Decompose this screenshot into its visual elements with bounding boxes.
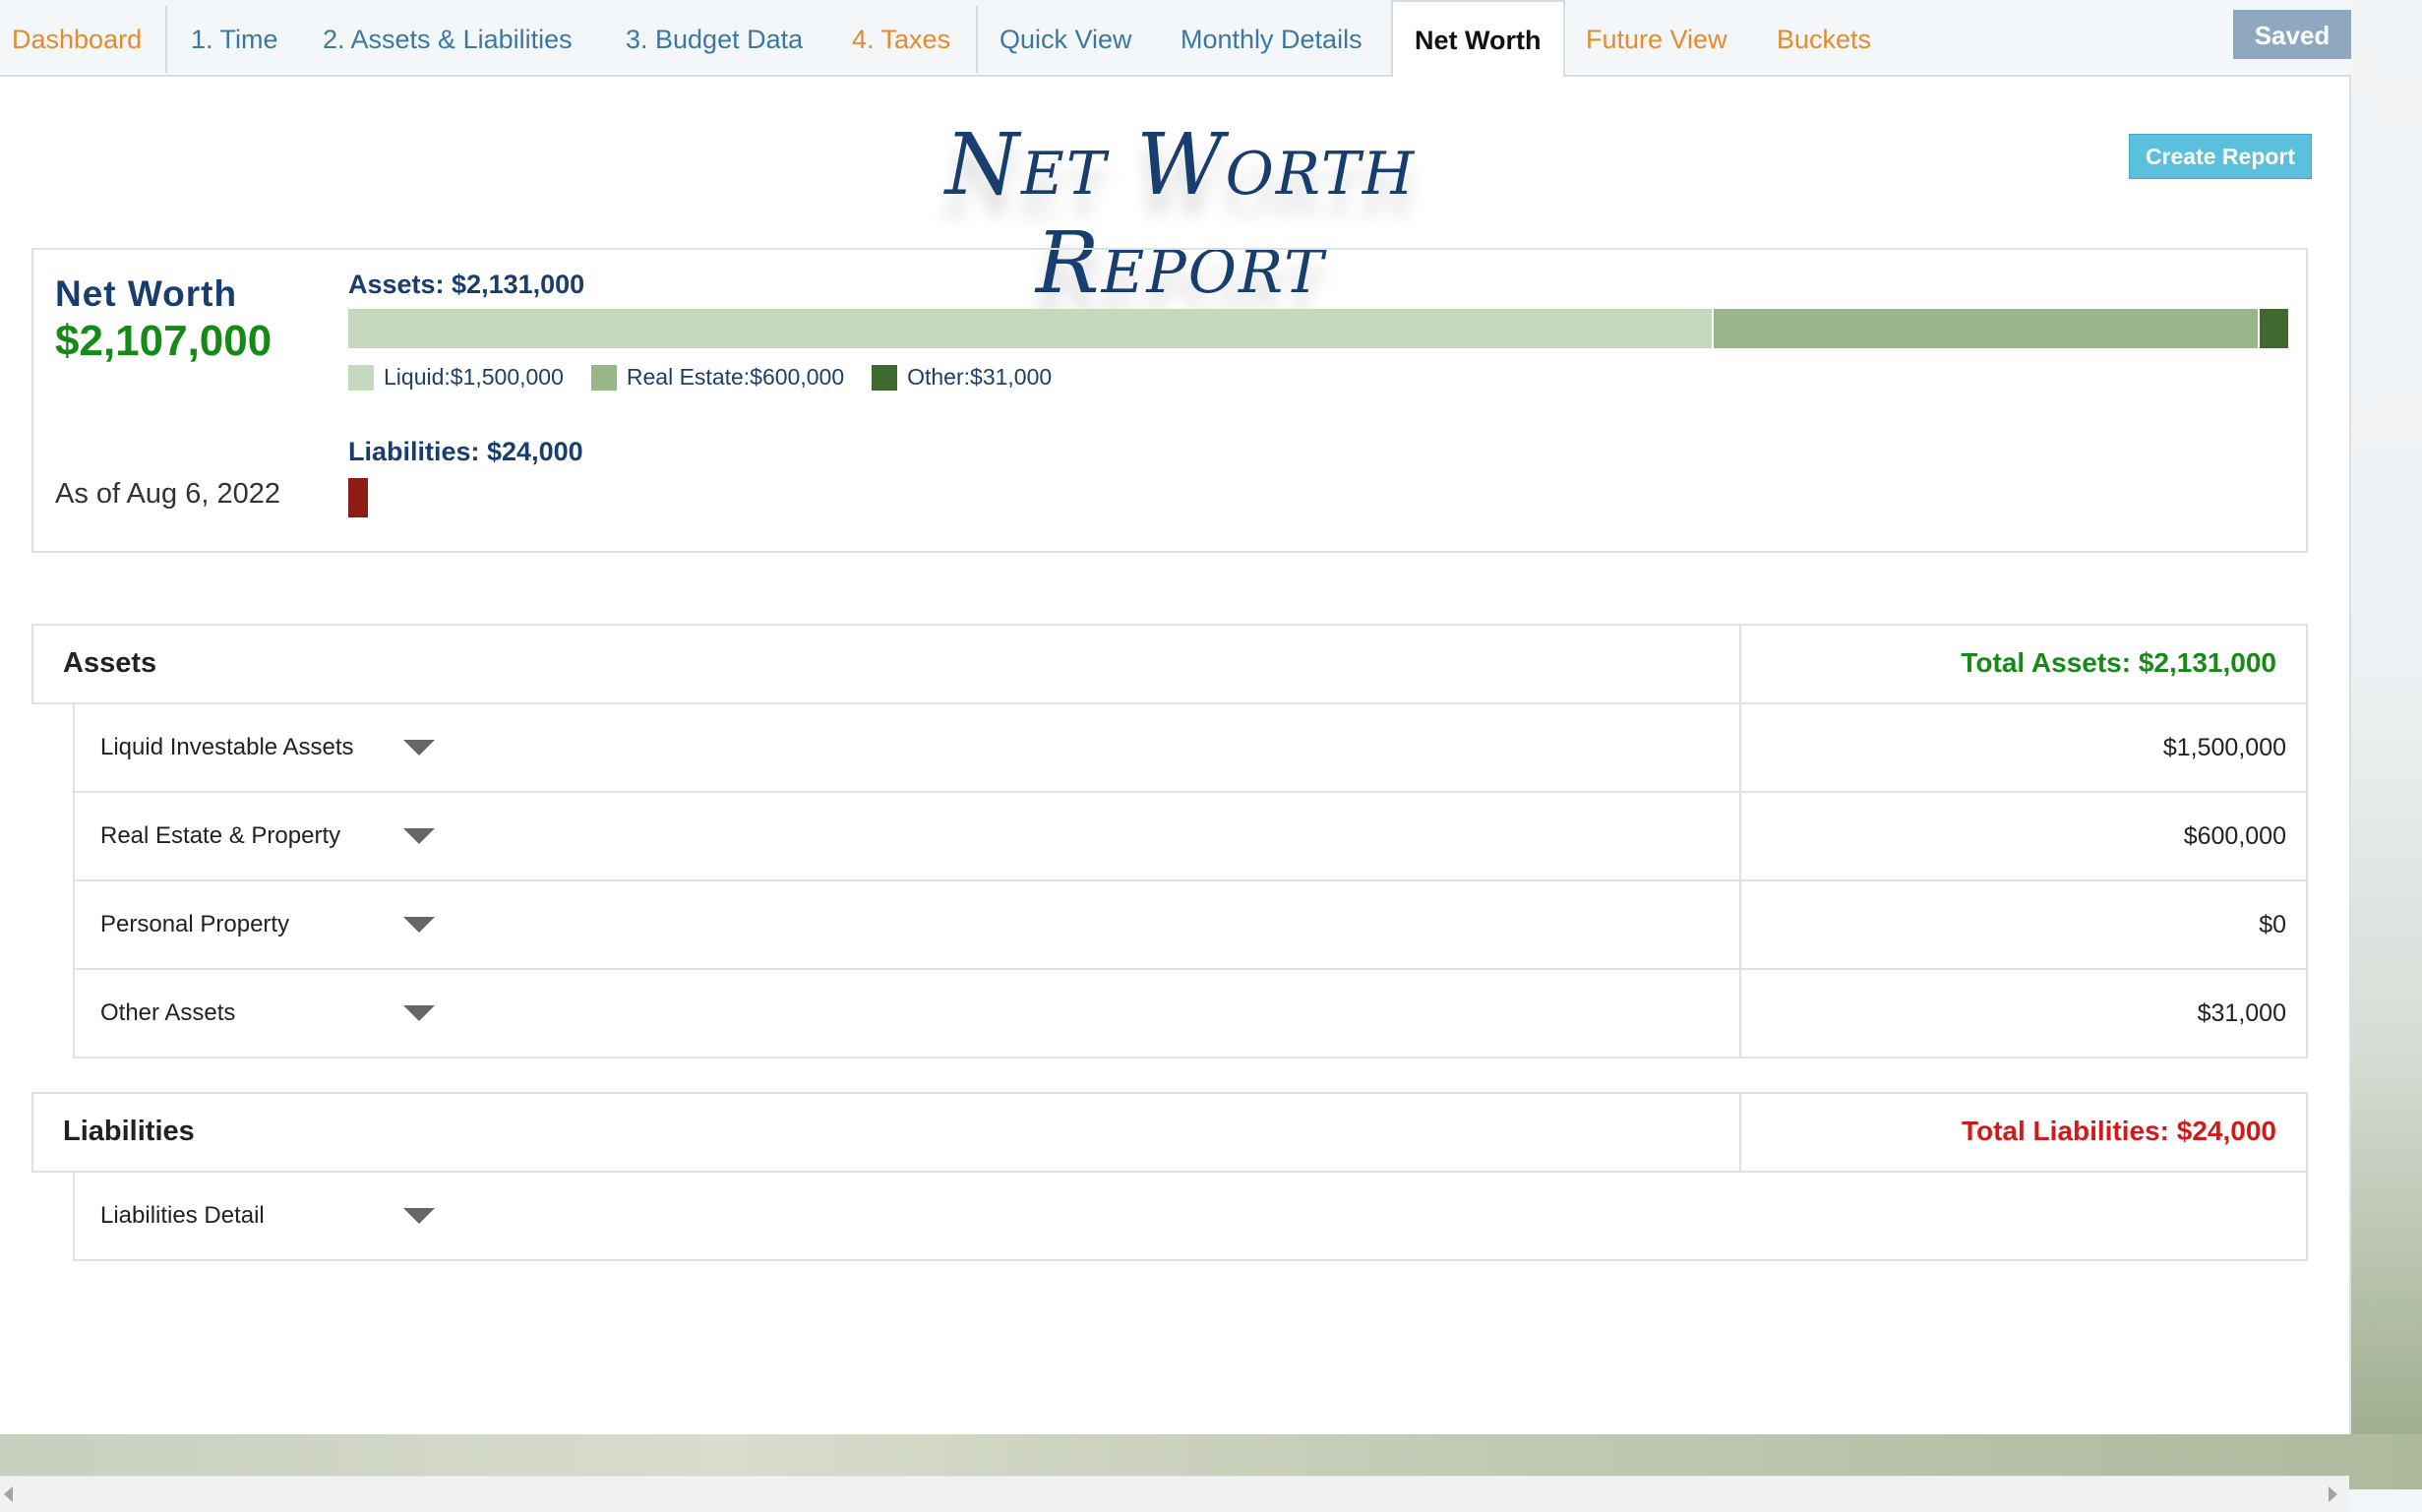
create-report-button[interactable]: Create Report [2129,134,2312,179]
net-worth-value: $2,107,000 [55,317,272,365]
asset-row-other: Other Assets $31,000 [73,970,2308,1058]
liabilities-row-detail: Liabilities Detail [73,1173,2308,1261]
expand-caret-icon[interactable] [403,1208,435,1224]
tab-bar: Dashboard 1. Time 2. Assets & Liabilitie… [0,0,2351,77]
liabilities-section-title: Liabilities [63,1116,195,1147]
asset-row-value: $1,500,000 [2162,734,2286,761]
net-worth-label: Net Worth [55,273,238,314]
liabilities-bar [348,478,368,517]
asset-bar-other [2260,309,2288,348]
asset-row-liquid: Liquid Investable Assets $1,500,000 [73,704,2308,793]
asset-row-value: $600,000 [2183,822,2286,850]
net-worth-summary: Net Worth $2,107,000 As of Aug 6, 2022 A… [31,248,2308,553]
saved-button[interactable]: Saved [2233,10,2351,59]
assets-legend: Liquid:$1,500,000 Real Estate:$600,000 O… [348,364,1079,391]
legend-item-other: Other:$31,000 [872,364,1052,391]
horizontal-scrollbar[interactable] [0,1476,2349,1512]
tab-monthly-details[interactable]: Monthly Details [1181,0,1362,75]
asset-row-label: Personal Property [100,911,290,937]
tab-dashboard[interactable]: Dashboard [12,0,142,75]
column-divider [1739,970,1741,1057]
tab-buckets[interactable]: Buckets [1777,0,1871,75]
assets-section-header: Assets Total Assets: $2,131,000 [31,624,2308,704]
total-assets: Total Assets: $2,131,000 [1961,647,2276,678]
expand-caret-icon[interactable] [403,828,435,844]
asset-row-real-estate: Real Estate & Property $600,000 [73,793,2308,881]
asset-bar-real-estate [1714,309,2261,348]
asset-row-value: $31,000 [2197,999,2286,1027]
assets-section-title: Assets [63,647,157,679]
tab-future-view[interactable]: Future View [1586,0,1727,75]
background-landscape-right [2351,0,2422,1489]
asset-row-label: Real Estate & Property [100,822,341,849]
asset-row-personal-property: Personal Property $0 [73,881,2308,970]
liabilities-bar-heading: Liabilities: $24,000 [348,437,583,466]
tab-time[interactable]: 1. Time [191,0,278,75]
asset-row-value: $0 [2259,911,2286,938]
tab-budget-data[interactable]: 3. Budget Data [626,0,803,75]
assets-bar-heading: Assets: $2,131,000 [348,270,585,299]
legend-swatch-other [872,364,898,391]
column-divider [1739,626,1741,702]
expand-caret-icon[interactable] [403,1005,435,1021]
asset-bar-liquid [348,309,1715,348]
liabilities-row-label: Liabilities Detail [100,1202,265,1229]
column-divider [1739,1094,1741,1171]
legend-swatch-real-estate [590,364,617,391]
legend-swatch-liquid [348,364,374,391]
asset-row-label: Liquid Investable Assets [100,734,354,760]
legend-label-liquid: Liquid:$1,500,000 [384,364,564,390]
as-of-date: As of Aug 6, 2022 [55,478,280,510]
report-title: Net Worth Report [944,116,1417,313]
scroll-left-arrow-icon[interactable] [4,1486,13,1502]
total-liabilities: Total Liabilities: $24,000 [1961,1116,2276,1146]
scroll-right-arrow-icon[interactable] [2329,1486,2337,1502]
legend-item-real-estate: Real Estate:$600,000 [590,364,845,391]
tab-separator [165,6,167,73]
assets-stacked-bar [348,309,2288,348]
main-panel: Net Worth Report Create Report Net Worth… [0,77,2351,1512]
legend-label-other: Other:$31,000 [907,364,1053,390]
legend-item-liquid: Liquid:$1,500,000 [348,364,564,391]
tab-net-worth[interactable]: Net Worth [1391,0,1565,77]
asset-row-label: Other Assets [100,999,236,1026]
tab-taxes[interactable]: 4. Taxes [852,0,950,75]
expand-caret-icon[interactable] [403,917,435,933]
tab-assets-liabilities[interactable]: 2. Assets & Liabilities [323,0,573,75]
column-divider [1739,704,1741,791]
column-divider [1739,881,1741,968]
expand-caret-icon[interactable] [403,740,435,756]
tab-separator [976,6,978,73]
legend-label-real-estate: Real Estate:$600,000 [626,364,845,390]
tab-quick-view[interactable]: Quick View [999,0,1132,75]
column-divider [1739,793,1741,879]
liabilities-section-header: Liabilities Total Liabilities: $24,000 [31,1092,2308,1173]
